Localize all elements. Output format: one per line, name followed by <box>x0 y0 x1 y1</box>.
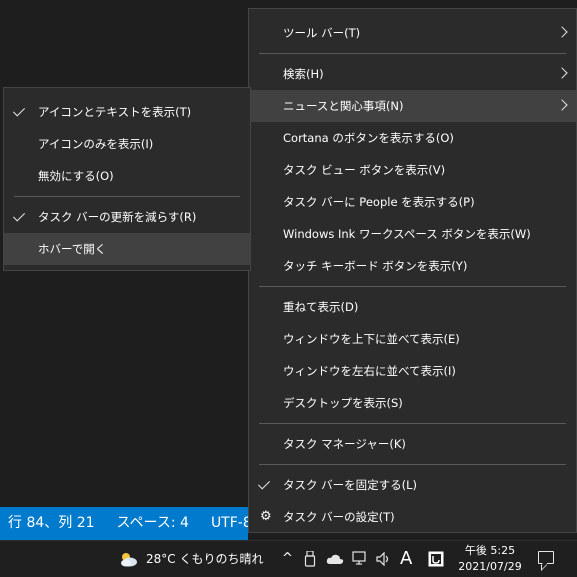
usb-drive-icon[interactable] <box>304 551 316 567</box>
menu-item-label: タスク ビュー ボタンを表示(V) <box>283 163 446 177</box>
menu-item-toolbar[interactable]: ツール バー(T) <box>249 17 576 49</box>
menu-item-task-view[interactable]: タスク ビュー ボタンを表示(V) <box>249 154 576 186</box>
chevron-right-icon <box>556 67 568 79</box>
checkmark-icon <box>257 477 271 490</box>
menu-item-search[interactable]: 検索(H) <box>249 58 576 90</box>
ime-mode-indicator[interactable]: A <box>400 541 412 577</box>
action-center-notification-icon[interactable] <box>538 551 554 564</box>
menu-item-news-interests[interactable]: ニュースと関心事項(N) <box>249 90 576 122</box>
menu-item-task-manager[interactable]: タスク マネージャー(K) <box>249 428 576 460</box>
menu-item-label: タスク バーを固定する(L) <box>283 478 418 492</box>
menu-item-label: タスク バーに People を表示する(P) <box>283 195 475 209</box>
network-monitor-icon[interactable] <box>352 551 370 567</box>
news-interests-submenu: アイコンとテキストを表示(T) アイコンのみを表示(I) 無効にする(O) タス… <box>3 87 251 271</box>
cursor-position[interactable]: 行 84、列 21 <box>8 515 95 531</box>
menu-item-label: 重ねて表示(D) <box>283 300 359 314</box>
submenu-item-disable[interactable]: 無効にする(O) <box>4 160 250 192</box>
menu-item-label: タスク バーの更新を減らす(R) <box>38 210 197 224</box>
menu-item-stacked[interactable]: ウィンドウを上下に並べて表示(E) <box>249 323 576 355</box>
editor-status-bar: 行 84、列 21 スペース: 4 UTF-8 <box>0 507 248 540</box>
weather-widget[interactable]: 28°C くもりのち晴れ <box>146 541 263 577</box>
menu-item-cascade[interactable]: 重ねて表示(D) <box>249 291 576 323</box>
submenu-item-reduce-updates[interactable]: タスク バーの更新を減らす(R) <box>4 201 250 233</box>
app-tray-icon[interactable] <box>428 551 444 567</box>
checkmark-icon <box>12 104 26 117</box>
onedrive-cloud-icon[interactable] <box>326 553 344 565</box>
menu-item-label: ニュースと関心事項(N) <box>283 99 404 113</box>
chevron-right-icon <box>556 99 568 111</box>
menu-item-label: デスクトップを表示(S) <box>283 396 403 410</box>
chevron-right-icon <box>556 26 568 38</box>
taskbar-context-menu: ツール バー(T) 検索(H) ニュースと関心事項(N) Cortana のボタ… <box>248 8 577 533</box>
menu-item-label: ウィンドウを左右に並べて表示(I) <box>283 364 456 378</box>
menu-item-label: アイコンとテキストを表示(T) <box>38 105 192 119</box>
menu-item-label: アイコンのみを表示(I) <box>38 137 154 151</box>
menu-item-label: タスク マネージャー(K) <box>283 437 406 451</box>
menu-item-taskbar-settings[interactable]: ⚙ タスク バーの設定(T) <box>249 501 576 533</box>
menu-item-label: ウィンドウを上下に並べて表示(E) <box>283 332 460 346</box>
menu-item-show-desktop[interactable]: デスクトップを表示(S) <box>249 387 576 419</box>
menu-separator <box>14 196 240 197</box>
checkmark-icon <box>12 209 26 222</box>
menu-item-people[interactable]: タスク バーに People を表示する(P) <box>249 186 576 218</box>
system-clock[interactable]: 午後 5:25 2021/07/29 <box>450 543 530 575</box>
partly-cloudy-icon[interactable] <box>118 550 138 568</box>
menu-separator <box>259 53 566 54</box>
menu-item-windows-ink[interactable]: Windows Ink ワークスペース ボタンを表示(W) <box>249 218 576 250</box>
windows-taskbar: 28°C くもりのち晴れ ^ A 午後 5:25 2021/07/29 <box>0 540 577 577</box>
menu-separator <box>259 286 566 287</box>
encoding-setting[interactable]: UTF-8 <box>211 515 248 531</box>
menu-item-touch-keyboard[interactable]: タッチ キーボード ボタンを表示(Y) <box>249 250 576 282</box>
menu-item-label: タッチ キーボード ボタンを表示(Y) <box>283 259 468 273</box>
menu-item-label: 検索(H) <box>283 67 324 81</box>
submenu-item-icon-only[interactable]: アイコンのみを表示(I) <box>4 128 250 160</box>
submenu-item-open-on-hover[interactable]: ホバーで開く <box>4 233 250 265</box>
clock-time: 午後 5:25 <box>464 544 516 557</box>
menu-item-label: ホバーで開く <box>38 242 107 256</box>
menu-separator <box>259 423 566 424</box>
menu-item-label: Cortana のボタンを表示する(O) <box>283 131 454 145</box>
menu-separator <box>259 464 566 465</box>
submenu-item-icon-and-text[interactable]: アイコンとテキストを表示(T) <box>4 96 250 128</box>
show-hidden-icons-chevron-up-icon[interactable]: ^ <box>282 541 293 577</box>
speaker-volume-icon[interactable] <box>376 552 392 566</box>
clock-date: 2021/07/29 <box>458 560 522 573</box>
menu-item-label: タスク バーの設定(T) <box>283 510 395 524</box>
gear-icon: ⚙ <box>260 509 272 524</box>
menu-item-label: ツール バー(T) <box>283 26 361 40</box>
menu-item-side-by-side[interactable]: ウィンドウを左右に並べて表示(I) <box>249 355 576 387</box>
menu-item-label: Windows Ink ワークスペース ボタンを表示(W) <box>283 227 531 241</box>
menu-item-cortana[interactable]: Cortana のボタンを表示する(O) <box>249 122 576 154</box>
indentation-setting[interactable]: スペース: 4 <box>117 515 189 531</box>
menu-item-lock-taskbar[interactable]: タスク バーを固定する(L) <box>249 469 576 501</box>
menu-item-label: 無効にする(O) <box>38 169 114 183</box>
